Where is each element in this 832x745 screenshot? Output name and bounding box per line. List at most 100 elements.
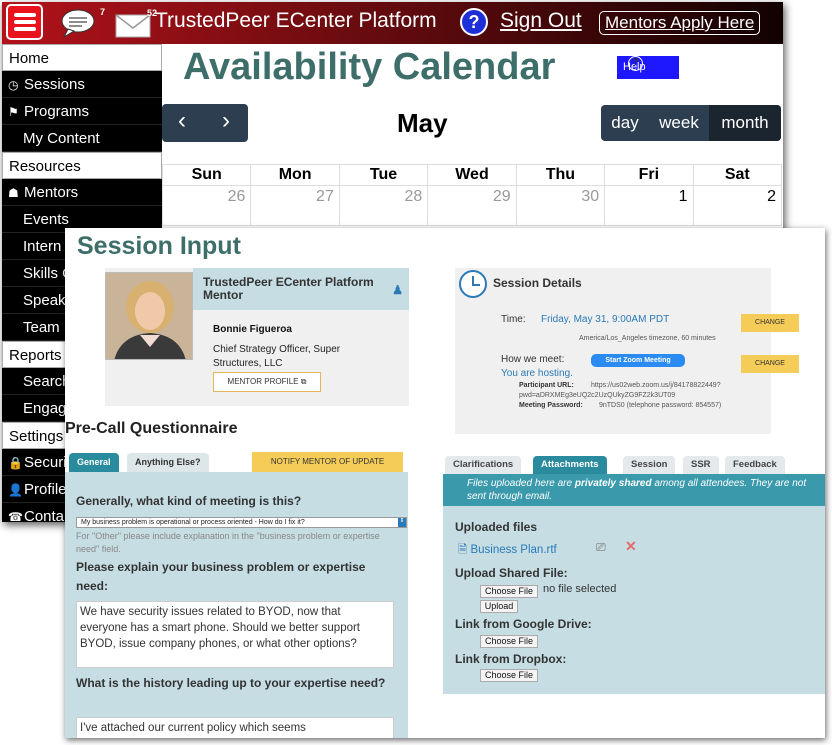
select-caret-icon: ⇕ — [398, 518, 406, 527]
meeting-type-select[interactable]: My business problem is operational or pr… — [76, 517, 407, 528]
calendar-day-cell[interactable]: 28 — [338, 185, 429, 226]
tab-clarifications[interactable]: Clarifications — [445, 456, 522, 474]
sidebar-item-label: Speak — [23, 292, 66, 309]
change-time-button[interactable]: CHANGE — [741, 314, 799, 332]
sidebar-item-sessions[interactable]: ◷ Sessions — [2, 71, 162, 98]
view-month-button[interactable]: month — [709, 105, 781, 141]
share-screen-icon[interactable]: ⎚ — [596, 540, 606, 555]
sign-out-link[interactable]: Sign Out — [500, 9, 582, 33]
help-button[interactable]: ? Help — [617, 56, 679, 79]
session-details-title: Session Details — [493, 276, 582, 290]
day-header: Tue — [338, 164, 429, 186]
calendar-day-cell[interactable]: 30 — [515, 185, 606, 226]
notice-text: Files uploaded here are — [467, 478, 575, 489]
sidebar-item-resources[interactable]: Resources — [2, 152, 162, 179]
tab-attachments[interactable]: Attachments — [533, 456, 607, 474]
session-details-header: Session Details — [455, 268, 771, 298]
participant-url-cont[interactable]: pwd=aDRXMEg3eUQ2c2UzQUkyZG9FZ2k3UT09 — [519, 391, 675, 400]
mentor-name: Bonnie Figueroa — [213, 324, 292, 335]
sidebar-item-programs[interactable]: ⚑ Programs — [2, 98, 162, 125]
day-header: Thu — [515, 164, 606, 186]
mentor-card: TrustedPeer ECenter Platform Mentor ♟ Bo… — [105, 268, 409, 406]
calendar-day-cell[interactable]: 1 — [604, 185, 694, 226]
lock-icon: 🔒 — [8, 456, 23, 470]
prev-month-button[interactable]: ‹ — [178, 107, 186, 135]
privacy-notice: Files uploaded here are privately shared… — [443, 474, 825, 506]
calendar-grid: Sun Mon Tue Wed Thu Fri Sat 26 27 28 29 30 1 2 — [161, 164, 783, 226]
notice-emphasis: privately shared — [574, 478, 652, 489]
change-meeting-button[interactable]: CHANGE — [741, 355, 799, 373]
business-problem-answer[interactable]: We have security issues related to BYOD,… — [76, 601, 394, 668]
messages-icon[interactable]: 7 — [60, 7, 105, 39]
sidebar-item-label: Settings — [9, 428, 64, 445]
sidebar-item-label: Events — [23, 211, 69, 228]
sidebar-item-label: Mentors — [24, 184, 79, 201]
mentors-apply-link[interactable]: Mentors Apply Here — [599, 11, 761, 35]
contact-icon: ☎ — [8, 510, 23, 522]
next-month-button[interactable]: › — [222, 107, 230, 135]
question-business-problem: Please explain your business problem or … — [76, 560, 366, 593]
uploaded-file-link[interactable]: 🗎 Business Plan.rtf — [458, 542, 557, 561]
sidebar-item-label: Home — [9, 50, 50, 67]
participant-url[interactable]: https://us02web.zoom.us/j/84178822449? — [591, 381, 721, 390]
hosting-text: You are hosting. — [501, 368, 573, 379]
choose-file-button-drive[interactable]: Choose File — [480, 635, 538, 648]
upload-button[interactable]: Upload — [480, 600, 518, 613]
mentor-photo — [105, 272, 193, 360]
help-icon[interactable]: ? — [460, 8, 488, 36]
clock-icon — [459, 270, 487, 298]
mentor-profile-button[interactable]: MENTOR PROFILE ⧉ — [213, 372, 321, 392]
day-header: Mon — [250, 164, 340, 186]
mentor-header: TrustedPeer ECenter Platform Mentor ♟ — [193, 268, 409, 310]
sidebar-item-my-content[interactable]: My Content — [2, 125, 162, 152]
calendar-day-cell[interactable]: 27 — [250, 185, 340, 226]
history-answer[interactable]: I've attached our current policy which s… — [76, 717, 394, 738]
sidebar-item-label: Programs — [24, 103, 90, 120]
sidebar-item-label: My Content — [23, 130, 100, 147]
calendar-day-cell[interactable]: 26 — [161, 185, 252, 226]
mentor-profile-label: MENTOR PROFILE — [227, 377, 299, 386]
choose-file-button-dropbox[interactable]: Choose File — [480, 669, 538, 682]
tab-session[interactable]: Session — [623, 456, 676, 474]
page-title: Availability Calendar — [183, 46, 556, 88]
session-input-window: Session Input TrustedPeer ECenter Platfo… — [65, 228, 825, 738]
sidebar-item-label: Search — [23, 373, 71, 390]
password-value: 9nTDS0 (telephone password: 854557) — [599, 402, 722, 409]
calendar-day-cell[interactable]: 29 — [427, 185, 517, 226]
session-input-title: Session Input — [77, 232, 241, 260]
delete-icon[interactable]: ✕ — [625, 538, 637, 555]
mentor-title: Chief Strategy Officer, Super Structures… — [213, 344, 341, 369]
choose-file-button-upload[interactable]: Choose File — [480, 585, 538, 598]
question-meeting-type: Generally, what kind of meeting is this? — [76, 494, 302, 508]
start-zoom-button[interactable]: Start Zoom Meeting — [591, 354, 685, 367]
attachments-panel: Files uploaded here are privately shared… — [443, 474, 825, 694]
sidebar-item-label: Team — [23, 319, 60, 336]
tab-ssr[interactable]: SSR — [683, 456, 719, 474]
users-icon: ☗ — [8, 186, 19, 200]
month-nav: ‹ › — [162, 104, 248, 142]
view-day-button[interactable]: day — [601, 105, 649, 141]
question-history: What is the history leading up to your e… — [76, 676, 386, 690]
mentor-header-text: TrustedPeer ECenter Platform Mentor — [203, 275, 374, 302]
time-label: Time: — [501, 314, 526, 325]
question-icon: ? — [628, 56, 643, 71]
platform-brand[interactable]: TrustedPeer ECenter Platform — [155, 9, 437, 33]
notify-mentor-button[interactable]: NOTIFY MENTOR OF UPDATE — [252, 452, 403, 472]
timezone-note: America/Los_Angeles timezone, 60 minutes — [579, 335, 716, 342]
mail-icon[interactable]: 52 — [115, 8, 159, 38]
calendar-day-cell[interactable]: 2 — [692, 185, 783, 226]
sidebar-item-label: Intern — [23, 238, 62, 255]
dropbox-heading: Link from Dropbox: — [455, 652, 567, 666]
no-file-selected: no file selected — [543, 583, 617, 595]
view-week-button[interactable]: week — [649, 105, 709, 141]
tab-feedback[interactable]: Feedback — [725, 456, 785, 474]
sidebar-item-mentors[interactable]: ☗ Mentors — [2, 179, 162, 206]
tab-anything-else[interactable]: Anything Else? — [127, 453, 209, 472]
tab-general[interactable]: General — [69, 453, 119, 472]
sidebar-item-label: Engag — [23, 400, 67, 417]
sidebar-item-home[interactable]: Home — [2, 44, 162, 71]
hamburger-menu-icon[interactable] — [6, 4, 43, 40]
file-name: Business Plan.rtf — [470, 544, 557, 556]
sidebar-item-label: Securi — [24, 454, 67, 471]
view-switcher: day week month — [601, 105, 781, 141]
